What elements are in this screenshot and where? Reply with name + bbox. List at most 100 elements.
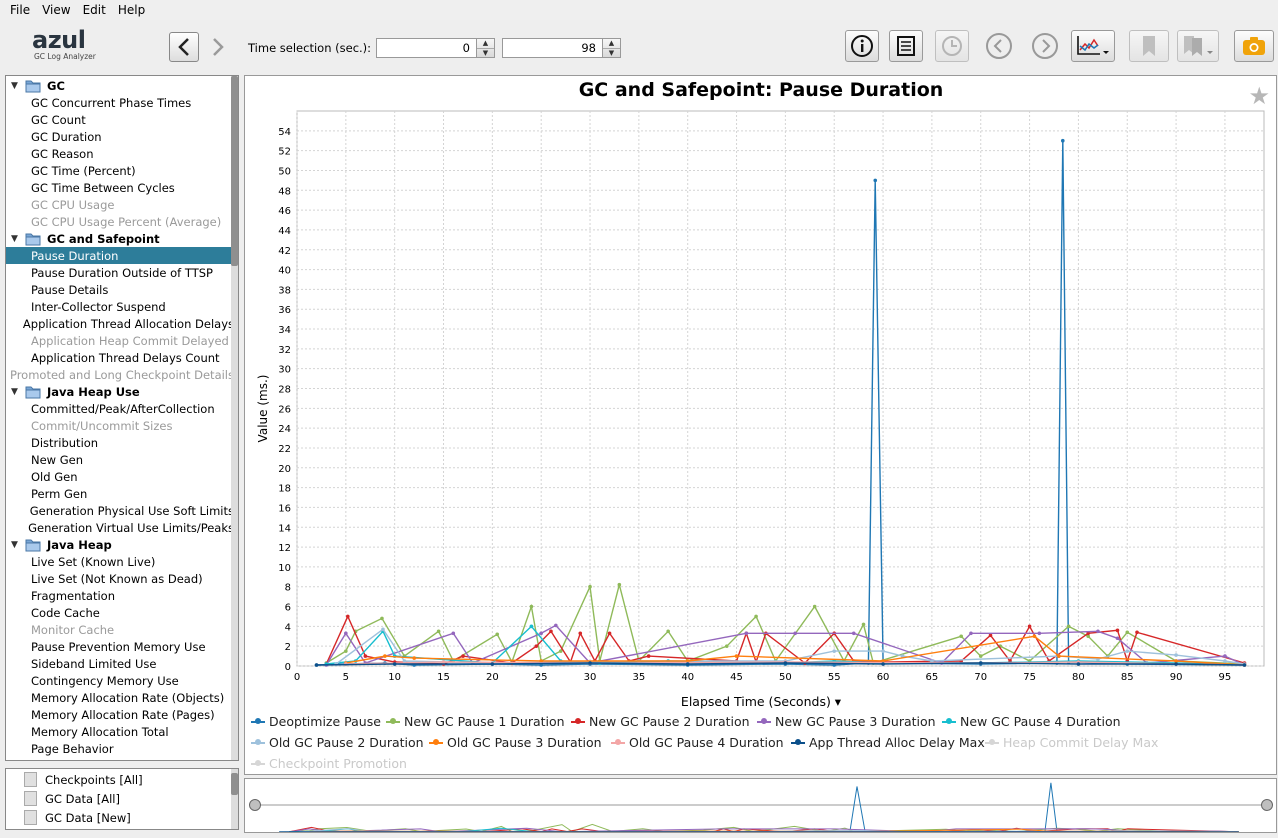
tree-scrollbar-thumb[interactable] xyxy=(231,76,238,266)
time-end-value[interactable]: 98 xyxy=(503,39,602,57)
bookmark-button[interactable] xyxy=(1129,30,1169,62)
legend-item[interactable]: Heap Commit Delay Max xyxy=(985,735,1158,750)
legend-item[interactable]: App Thread Alloc Delay Max xyxy=(791,735,985,750)
screenshot-button[interactable] xyxy=(1234,30,1274,62)
tree-group[interactable]: ▼ GC xyxy=(6,77,234,94)
tree-item[interactable]: GC Reason xyxy=(6,145,234,162)
spinner-up-icon[interactable]: ▲ xyxy=(477,39,494,49)
legend-item[interactable]: New GC Pause 3 Duration xyxy=(757,714,936,729)
tree-scrollbar[interactable] xyxy=(231,76,238,760)
tree-item[interactable]: Page Behavior xyxy=(6,740,234,757)
tree-item[interactable]: Application Thread Allocation Delays xyxy=(6,315,234,332)
spinner-up-icon[interactable]: ▲ xyxy=(603,39,620,49)
tree-item[interactable]: Pause Details xyxy=(6,281,234,298)
range-start-handle[interactable] xyxy=(249,799,261,811)
range-end-handle[interactable] xyxy=(1261,799,1273,811)
data-point xyxy=(534,644,539,648)
time-end-spinner[interactable]: 98 ▲ ▼ xyxy=(502,38,621,58)
info-button[interactable] xyxy=(845,30,879,62)
files-scrollbar-thumb[interactable] xyxy=(231,773,238,795)
bookmarks-menu-button[interactable] xyxy=(1177,30,1219,62)
tree-item[interactable]: Live Set (Not Known as Dead) xyxy=(6,570,234,587)
tree-item[interactable]: GC Count xyxy=(6,111,234,128)
tree-group[interactable]: ▼ Java Heap xyxy=(6,536,234,553)
tree-item[interactable]: GC Time Between Cycles xyxy=(6,179,234,196)
tree-group[interactable]: ▼ GC and Safepoint xyxy=(6,230,234,247)
time-start-spinner[interactable]: 0 ▲ ▼ xyxy=(376,38,495,58)
forward-button[interactable] xyxy=(203,32,233,62)
expand-triangle-icon[interactable]: ▼ xyxy=(11,540,25,550)
file-item[interactable]: Checkpoints [All] xyxy=(6,770,143,789)
tree-item[interactable]: GC Duration xyxy=(6,128,234,145)
tree-item[interactable]: GC Time (Percent) xyxy=(6,162,234,179)
timeline-overview[interactable] xyxy=(244,778,1277,833)
chart-type-button[interactable] xyxy=(1071,30,1115,62)
previous-chart-button[interactable] xyxy=(982,29,1016,63)
tree-item[interactable]: Inter-Collector Suspend xyxy=(6,298,234,315)
tree-item[interactable]: Generation Virtual Use Limits/Peaks xyxy=(6,519,234,536)
clock-button[interactable] xyxy=(935,30,969,62)
pause-duration-chart[interactable]: 0 5 10 15 20 25 30 35 40 45 50 55 60 65 70 75 80 85 90 95 0 2… xyxy=(245,76,1276,711)
tree-item[interactable]: Contingency Memory Use xyxy=(6,672,234,689)
expand-triangle-icon[interactable]: ▼ xyxy=(11,81,25,91)
report-button[interactable] xyxy=(889,30,923,62)
tree-item[interactable]: Generation Physical Use Soft Limits xyxy=(6,502,234,519)
tree-item-label: Java Heap Use xyxy=(47,384,140,399)
tree-item[interactable]: Memory Allocation Rate (Pages) xyxy=(6,706,234,723)
file-item[interactable]: GC Data [New] xyxy=(6,808,131,827)
data-point xyxy=(881,662,885,666)
tree-item[interactable]: Old Gen xyxy=(6,468,234,485)
file-item[interactable]: GC Data [All] xyxy=(6,789,120,808)
tree-item[interactable]: Distribution xyxy=(6,434,234,451)
tree-item[interactable]: GC CPU Usage Percent (Average) xyxy=(6,213,234,230)
legend-swatch xyxy=(429,738,443,745)
tree-item[interactable]: Pause Prevention Memory Use xyxy=(6,638,234,655)
tree-item[interactable]: Perm Gen xyxy=(6,485,234,502)
tree-item[interactable]: Pause Duration Outside of TTSP xyxy=(6,264,234,281)
legend-item[interactable]: Old GC Pause 4 Duration xyxy=(611,735,784,750)
legend-item[interactable]: New GC Pause 1 Duration xyxy=(386,714,565,729)
tree-item[interactable]: Promoted and Long Checkpoint Details xyxy=(6,366,234,383)
menu-view[interactable]: View xyxy=(39,3,73,17)
menu-file[interactable]: File xyxy=(7,3,33,17)
back-button[interactable] xyxy=(169,32,199,62)
legend-item[interactable]: Checkpoint Promotion xyxy=(251,756,407,771)
tree-item[interactable]: Pause Duration xyxy=(6,247,234,264)
legend-item[interactable]: Old GC Pause 3 Duration xyxy=(429,735,602,750)
tree-item[interactable]: Fragmentation xyxy=(6,587,234,604)
legend-item[interactable]: Old GC Pause 2 Duration xyxy=(251,735,424,750)
legend-label: Heap Commit Delay Max xyxy=(1003,735,1159,750)
tree-item[interactable]: New Gen xyxy=(6,451,234,468)
tree-item[interactable]: Committed/Peak/AfterCollection xyxy=(6,400,234,417)
tree-item[interactable]: Application Thread Delays Count xyxy=(6,349,234,366)
x-tick-label: 35 xyxy=(633,672,646,683)
tree-item[interactable]: Code Cache xyxy=(6,604,234,621)
next-chart-button[interactable] xyxy=(1028,29,1062,63)
time-start-value[interactable]: 0 xyxy=(377,39,476,57)
legend-item[interactable]: New GC Pause 4 Duration xyxy=(942,714,1121,729)
expand-triangle-icon[interactable]: ▼ xyxy=(11,234,25,244)
legend-item[interactable]: Deoptimize Pause xyxy=(251,714,381,729)
data-point xyxy=(1174,662,1178,666)
data-point xyxy=(441,660,446,664)
tree-item[interactable]: Memory Allocation Total xyxy=(6,723,234,740)
tree-item[interactable]: Memory Allocation Rate (Objects) xyxy=(6,689,234,706)
data-point xyxy=(1242,663,1247,667)
star-icon[interactable]: ★ xyxy=(1248,82,1270,110)
tree-item[interactable]: Monitor Cache xyxy=(6,621,234,638)
tree-item[interactable]: Live Set (Known Live) xyxy=(6,553,234,570)
menu-edit[interactable]: Edit xyxy=(80,3,109,17)
tree-item[interactable]: Application Heap Commit Delayed xyxy=(6,332,234,349)
spinner-down-icon[interactable]: ▼ xyxy=(477,49,494,58)
tree-group[interactable]: ▼ Java Heap Use xyxy=(6,383,234,400)
expand-triangle-icon[interactable]: ▼ xyxy=(11,387,25,397)
tree-item[interactable]: GC Concurrent Phase Times xyxy=(6,94,234,111)
tree-item[interactable]: Sideband Limited Use xyxy=(6,655,234,672)
file-item-label: GC Data [All] xyxy=(45,791,120,806)
legend-item[interactable]: New GC Pause 2 Duration xyxy=(571,714,750,729)
tree-item[interactable]: Commit/Uncommit Sizes xyxy=(6,417,234,434)
files-scrollbar[interactable] xyxy=(231,769,238,829)
tree-item[interactable]: GC CPU Usage xyxy=(6,196,234,213)
menu-help[interactable]: Help xyxy=(115,3,148,17)
spinner-down-icon[interactable]: ▼ xyxy=(603,49,620,58)
